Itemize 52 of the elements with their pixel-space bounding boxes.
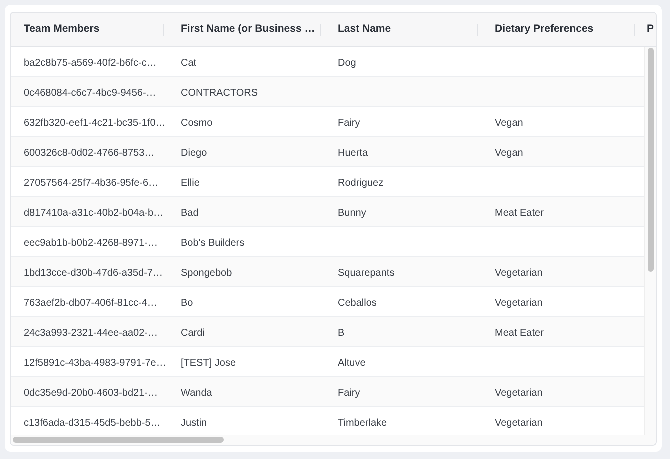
table-cell: 0c468084-c6c7-4bc9-9456-… bbox=[24, 88, 156, 98]
column-header[interactable]: Team Members bbox=[24, 22, 100, 38]
table-cell: Rodriguez bbox=[338, 178, 384, 188]
table-cell: Vegetarian bbox=[495, 388, 543, 398]
table-cell: Vegetarian bbox=[495, 418, 543, 428]
table-cell: Meat Eater bbox=[495, 208, 544, 218]
table-cell: 763aef2b-db07-406f-81cc-4… bbox=[24, 298, 158, 308]
table-cell: [TEST] Jose bbox=[181, 358, 236, 368]
table-cell: 27057564-25f7-4b36-95fe-6… bbox=[24, 178, 159, 188]
table-cell: Meat Eater bbox=[495, 328, 544, 338]
table-cell: Vegetarian bbox=[495, 268, 543, 278]
table-cell: Vegan bbox=[495, 148, 524, 158]
table-cell: Squarepants bbox=[338, 268, 395, 278]
table-cell: Timberlake bbox=[338, 418, 388, 428]
table-cell: B bbox=[338, 328, 345, 338]
column-header[interactable]: P bbox=[647, 22, 654, 38]
column-header[interactable]: Dietary Preferences bbox=[495, 22, 594, 38]
table-cell: Fairy bbox=[338, 118, 360, 128]
table-cell: Diego bbox=[181, 148, 208, 158]
table-cell: 24c3a993-2321-44ee-aa02-… bbox=[24, 328, 158, 338]
horizontal-scrollbar[interactable] bbox=[13, 437, 224, 443]
table-cell: Dog bbox=[338, 58, 356, 68]
column-header[interactable]: Last Name bbox=[338, 22, 392, 38]
table-cell: Cardi bbox=[181, 328, 205, 338]
table-cell: 632fb320-eef1-4c21-bc35-1f0… bbox=[24, 118, 166, 128]
table-cell: eec9ab1b-b0b2-4268-8971-… bbox=[24, 238, 158, 248]
table-cell: Fairy bbox=[338, 388, 360, 398]
table-cell: d817410a-a31c-40b2-b04a-b… bbox=[24, 208, 164, 218]
table-cell: c13f6ada-d315-45d5-bebb-5… bbox=[24, 418, 161, 428]
table-cell: Wanda bbox=[181, 388, 212, 398]
table-cell: Ellie bbox=[181, 178, 200, 188]
table-cell: 600326c8-0d02-4766-8753… bbox=[24, 148, 155, 158]
table-cell: Cat bbox=[181, 58, 197, 68]
table-cell: Bo bbox=[181, 298, 194, 308]
table-cell: 0dc35e9d-20b0-4603-bd21-… bbox=[24, 388, 158, 398]
table-cell: 12f5891c-43ba-4983-9791-7e… bbox=[24, 358, 166, 368]
table-cell: Vegan bbox=[495, 118, 524, 128]
table-cell: Spongebob bbox=[181, 268, 232, 278]
table-cell: Bob's Builders bbox=[181, 238, 245, 248]
table-cell: Cosmo bbox=[181, 118, 213, 128]
table-cell: Huerta bbox=[338, 148, 368, 158]
vertical-scrollbar[interactable] bbox=[648, 48, 654, 272]
table-cell: 1bd13cce-d30b-47d6-a35d-7… bbox=[24, 268, 163, 278]
table-cell: Bunny bbox=[338, 208, 366, 218]
column-header[interactable]: First Name (or Business … bbox=[181, 22, 316, 38]
table-cell: Vegetarian bbox=[495, 298, 543, 308]
table-cell: Altuve bbox=[338, 358, 366, 368]
table-cell: ba2c8b75-a569-40f2-b6fc-c… bbox=[24, 58, 157, 68]
table-cell: Justin bbox=[181, 418, 208, 428]
table-cell: Ceballos bbox=[338, 298, 377, 308]
table-cell: Bad bbox=[181, 208, 199, 218]
table-cell: CONTRACTORS bbox=[181, 88, 258, 98]
